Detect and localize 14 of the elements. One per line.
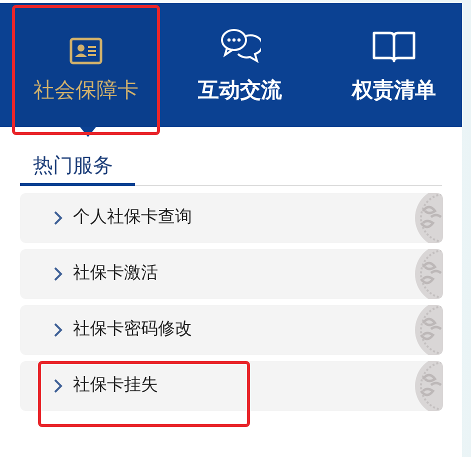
- book-icon: [371, 29, 417, 65]
- chat-icon: [219, 27, 261, 65]
- nav-tab[interactable]: 互动交流: [166, 3, 314, 127]
- chevron-right-icon: [53, 266, 63, 282]
- service-item[interactable]: 个人社保卡查询: [20, 193, 443, 243]
- nav-tab[interactable]: 权责清单: [320, 3, 468, 127]
- service-item[interactable]: 社保卡密码修改: [20, 305, 443, 355]
- chevron-right-icon: [53, 378, 63, 394]
- section-tab[interactable]: 热门服务: [20, 147, 135, 186]
- service-item[interactable]: 社保卡激活: [20, 249, 443, 299]
- service-item[interactable]: 社保卡挂失: [20, 361, 443, 411]
- id-card-icon: [69, 37, 103, 65]
- chevron-right-icon: [53, 210, 63, 226]
- chevron-right-icon: [53, 322, 63, 338]
